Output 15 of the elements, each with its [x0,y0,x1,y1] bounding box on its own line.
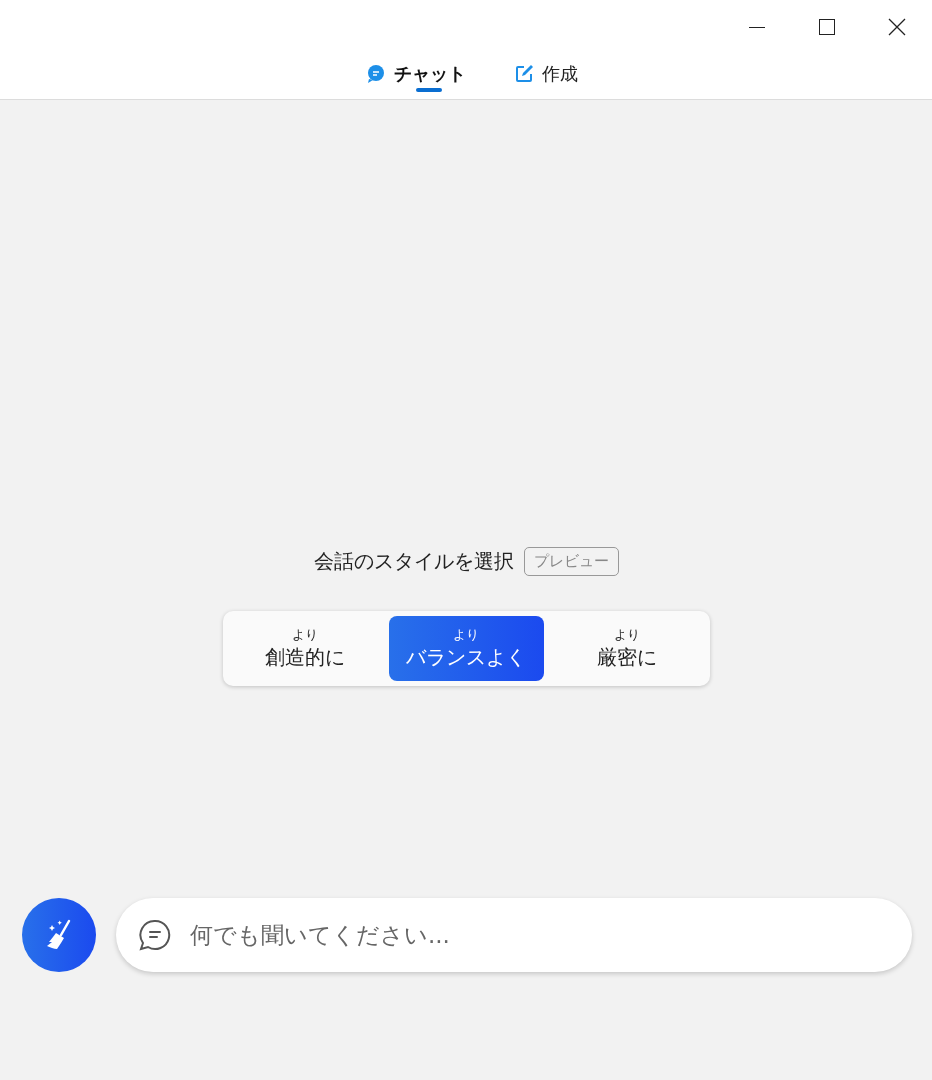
message-field[interactable]: 何でも聞いてください... [116,898,912,972]
close-icon [888,18,906,36]
tab[interactable]: 作成 [512,54,580,96]
minimize-icon [749,26,765,28]
style-option[interactable]: より 厳密に [549,616,705,681]
message-input[interactable]: 何でも聞いてください... [188,921,912,949]
edit-icon [514,64,534,84]
maximize-icon [819,19,835,35]
style-option[interactable]: より バランスよく [388,616,544,681]
chat-icon [366,64,386,84]
section-title: 会話のスタイルを選択 [313,548,514,575]
chat-bubble-icon [138,918,172,952]
tab[interactable]: チャット [364,54,468,96]
style-option[interactable]: より 創造的に [227,616,383,681]
preview-badge: プレビュー [523,547,619,576]
